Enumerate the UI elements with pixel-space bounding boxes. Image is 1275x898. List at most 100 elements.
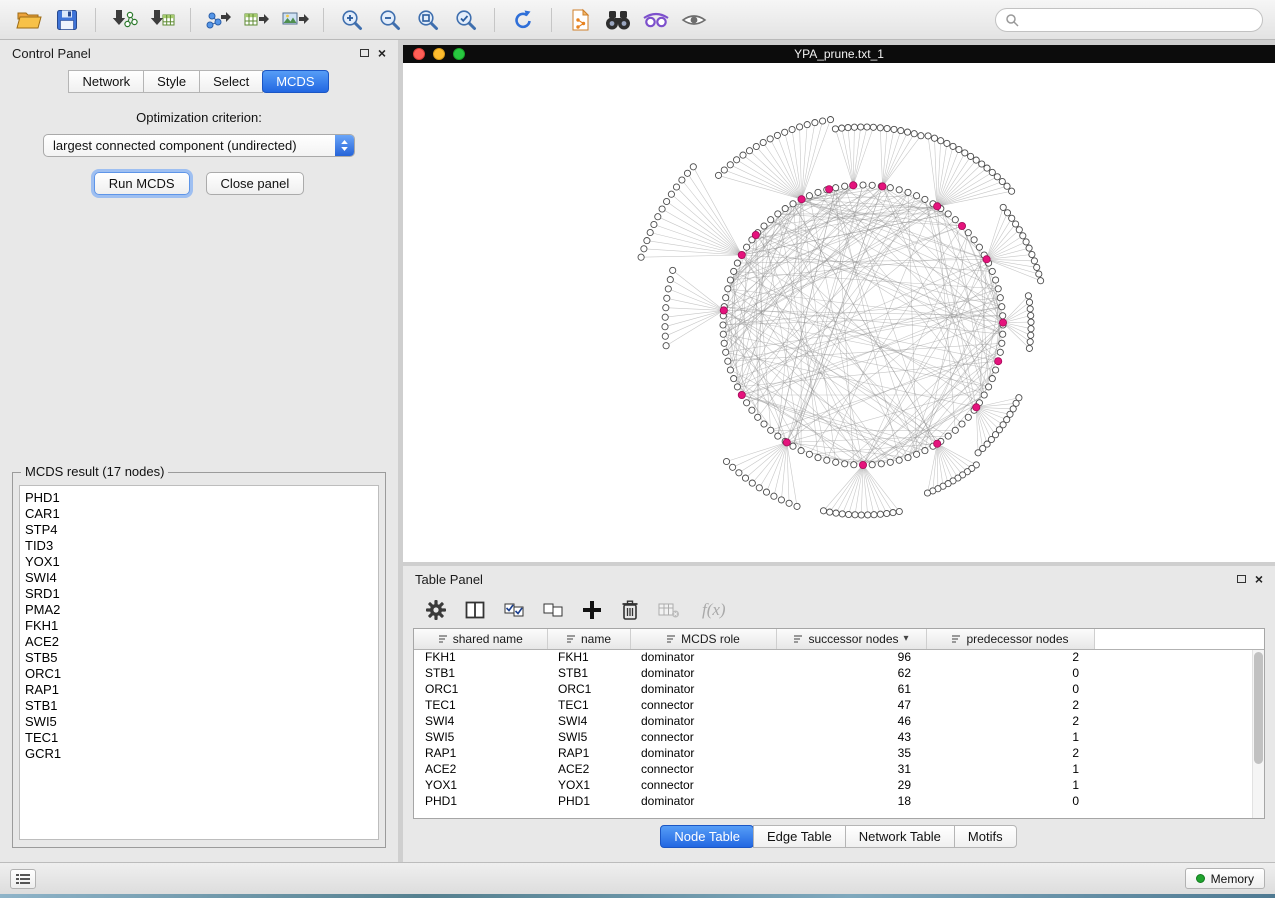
- memory-button[interactable]: Memory: [1185, 868, 1265, 889]
- zoom-fit-button[interactable]: [411, 5, 445, 35]
- mcds-node-item[interactable]: SWI4: [25, 570, 378, 586]
- search-box[interactable]: [995, 8, 1263, 32]
- column-header-name[interactable]: name: [547, 629, 630, 649]
- network-window-titlebar[interactable]: YPA_prune.txt_1: [403, 45, 1275, 63]
- mcds-node-item[interactable]: CAR1: [25, 506, 378, 522]
- table-row[interactable]: ORC1 ORC1 dominator 61 0: [414, 681, 1264, 697]
- select-all-columns-button[interactable]: [503, 600, 525, 620]
- hide-selected-button[interactable]: [639, 5, 673, 35]
- table-row[interactable]: RAP1 RAP1 dominator 35 2: [414, 745, 1264, 761]
- mcds-node-item[interactable]: STB5: [25, 650, 378, 666]
- table-row[interactable]: SWI4 SWI4 dominator 46 2: [414, 713, 1264, 729]
- close-window-button[interactable]: [413, 48, 425, 60]
- column-header-filler: [1094, 629, 1264, 649]
- zoom-in-button[interactable]: [335, 5, 369, 35]
- network-graph[interactable]: [403, 63, 1273, 562]
- mcds-node-item[interactable]: SRD1: [25, 586, 378, 602]
- minimize-window-button[interactable]: [433, 48, 445, 60]
- maximize-window-button[interactable]: [453, 48, 465, 60]
- columns-icon: [464, 600, 486, 620]
- float-panel-icon[interactable]: [1237, 575, 1246, 583]
- table-row[interactable]: SWI5 SWI5 connector 43 1: [414, 729, 1264, 745]
- delete-column-button[interactable]: [620, 599, 640, 621]
- table-row[interactable]: TEC1 TEC1 connector 47 2: [414, 697, 1264, 713]
- zoom-selected-button[interactable]: [449, 5, 483, 35]
- control-panel-tab[interactable]: Select: [199, 70, 263, 93]
- column-header-shared-name[interactable]: shared name: [414, 629, 547, 649]
- column-menu-icon: [438, 634, 448, 644]
- select-all-icon: [503, 600, 525, 620]
- open-session-button[interactable]: [12, 5, 46, 35]
- column-header-mcds-role[interactable]: MCDS role: [630, 629, 776, 649]
- mcds-node-item[interactable]: FKH1: [25, 618, 378, 634]
- criterion-select[interactable]: largest connected component (undirected): [43, 134, 355, 157]
- scrollbar-thumb[interactable]: [1254, 652, 1263, 764]
- control-panel-tab[interactable]: Style: [143, 70, 200, 93]
- open-folder-icon: [16, 8, 42, 32]
- table-row[interactable]: STB1 STB1 dominator 62 0: [414, 665, 1264, 681]
- mcds-node-item[interactable]: TID3: [25, 538, 378, 554]
- node-table-body: FKH1 FKH1 dominator 96 2 STB1: [414, 649, 1264, 809]
- clear-table-icon: [657, 600, 681, 620]
- import-network-icon: [110, 8, 138, 32]
- main-toolbar: [0, 0, 1275, 40]
- table-tab[interactable]: Node Table: [660, 825, 754, 848]
- mcds-node-item[interactable]: SWI5: [25, 714, 378, 730]
- table-row[interactable]: PHD1 PHD1 dominator 18 0: [414, 793, 1264, 809]
- first-neighbors-button[interactable]: [601, 5, 635, 35]
- float-panel-icon[interactable]: [360, 49, 369, 57]
- refresh-network-button[interactable]: [506, 5, 540, 35]
- mcds-node-item[interactable]: STP4: [25, 522, 378, 538]
- table-tab[interactable]: Edge Table: [753, 825, 846, 848]
- control-panel-title: Control Panel: [12, 46, 91, 61]
- column-header-successor-nodes[interactable]: successor nodes▾: [776, 629, 926, 649]
- search-input[interactable]: [1024, 13, 1253, 27]
- eye-icon: [681, 11, 707, 29]
- deselect-all-columns-button[interactable]: [542, 600, 564, 620]
- export-table-button[interactable]: [240, 5, 274, 35]
- import-network-button[interactable]: [107, 5, 141, 35]
- function-builder-button: f(x): [702, 600, 726, 620]
- task-history-button[interactable]: [10, 869, 36, 889]
- table-tab[interactable]: Network Table: [845, 825, 955, 848]
- show-columns-button[interactable]: [464, 600, 486, 620]
- column-menu-icon: [666, 634, 676, 644]
- mcds-node-item[interactable]: RAP1: [25, 682, 378, 698]
- share-document-button[interactable]: [563, 5, 597, 35]
- mcds-node-item[interactable]: STB1: [25, 698, 378, 714]
- export-image-button[interactable]: [278, 5, 312, 35]
- optimization-criterion-label: Optimization criterion:: [0, 110, 398, 125]
- table-scrollbar[interactable]: [1252, 650, 1264, 818]
- table-settings-button[interactable]: [425, 599, 447, 621]
- import-table-button[interactable]: [145, 5, 179, 35]
- export-network-icon: [205, 8, 233, 32]
- control-panel-tab[interactable]: Network: [68, 70, 144, 93]
- table-row[interactable]: YOX1 YOX1 connector 29 1: [414, 777, 1264, 793]
- mcds-node-item[interactable]: TEC1: [25, 730, 378, 746]
- close-panel-icon[interactable]: ×: [378, 48, 386, 58]
- export-network-button[interactable]: [202, 5, 236, 35]
- table-row[interactable]: FKH1 FKH1 dominator 96 2: [414, 649, 1264, 665]
- network-canvas[interactable]: [403, 63, 1275, 562]
- run-mcds-button[interactable]: Run MCDS: [94, 172, 190, 195]
- create-column-button[interactable]: [581, 599, 603, 621]
- show-hidden-button[interactable]: [677, 5, 711, 35]
- control-panel-tab[interactable]: MCDS: [262, 70, 328, 93]
- main-area: Control Panel × NetworkStyleSelectMCDS O…: [0, 40, 1275, 862]
- table-tab[interactable]: Motifs: [954, 825, 1017, 848]
- mcds-node-item[interactable]: ORC1: [25, 666, 378, 682]
- mcds-node-item[interactable]: PHD1: [25, 490, 378, 506]
- export-table-icon: [243, 8, 271, 32]
- column-header-predecessor-nodes[interactable]: predecessor nodes: [926, 629, 1094, 649]
- save-session-button[interactable]: [50, 5, 84, 35]
- close-panel-icon[interactable]: ×: [1255, 574, 1263, 584]
- mcds-node-item[interactable]: GCR1: [25, 746, 378, 762]
- gear-icon: [425, 599, 447, 621]
- mcds-node-item[interactable]: YOX1: [25, 554, 378, 570]
- table-row[interactable]: ACE2 ACE2 connector 31 1: [414, 761, 1264, 777]
- menu-icon: [15, 873, 31, 885]
- mcds-node-item[interactable]: ACE2: [25, 634, 378, 650]
- mcds-node-item[interactable]: PMA2: [25, 602, 378, 618]
- zoom-out-button[interactable]: [373, 5, 407, 35]
- close-panel-button[interactable]: Close panel: [206, 172, 305, 195]
